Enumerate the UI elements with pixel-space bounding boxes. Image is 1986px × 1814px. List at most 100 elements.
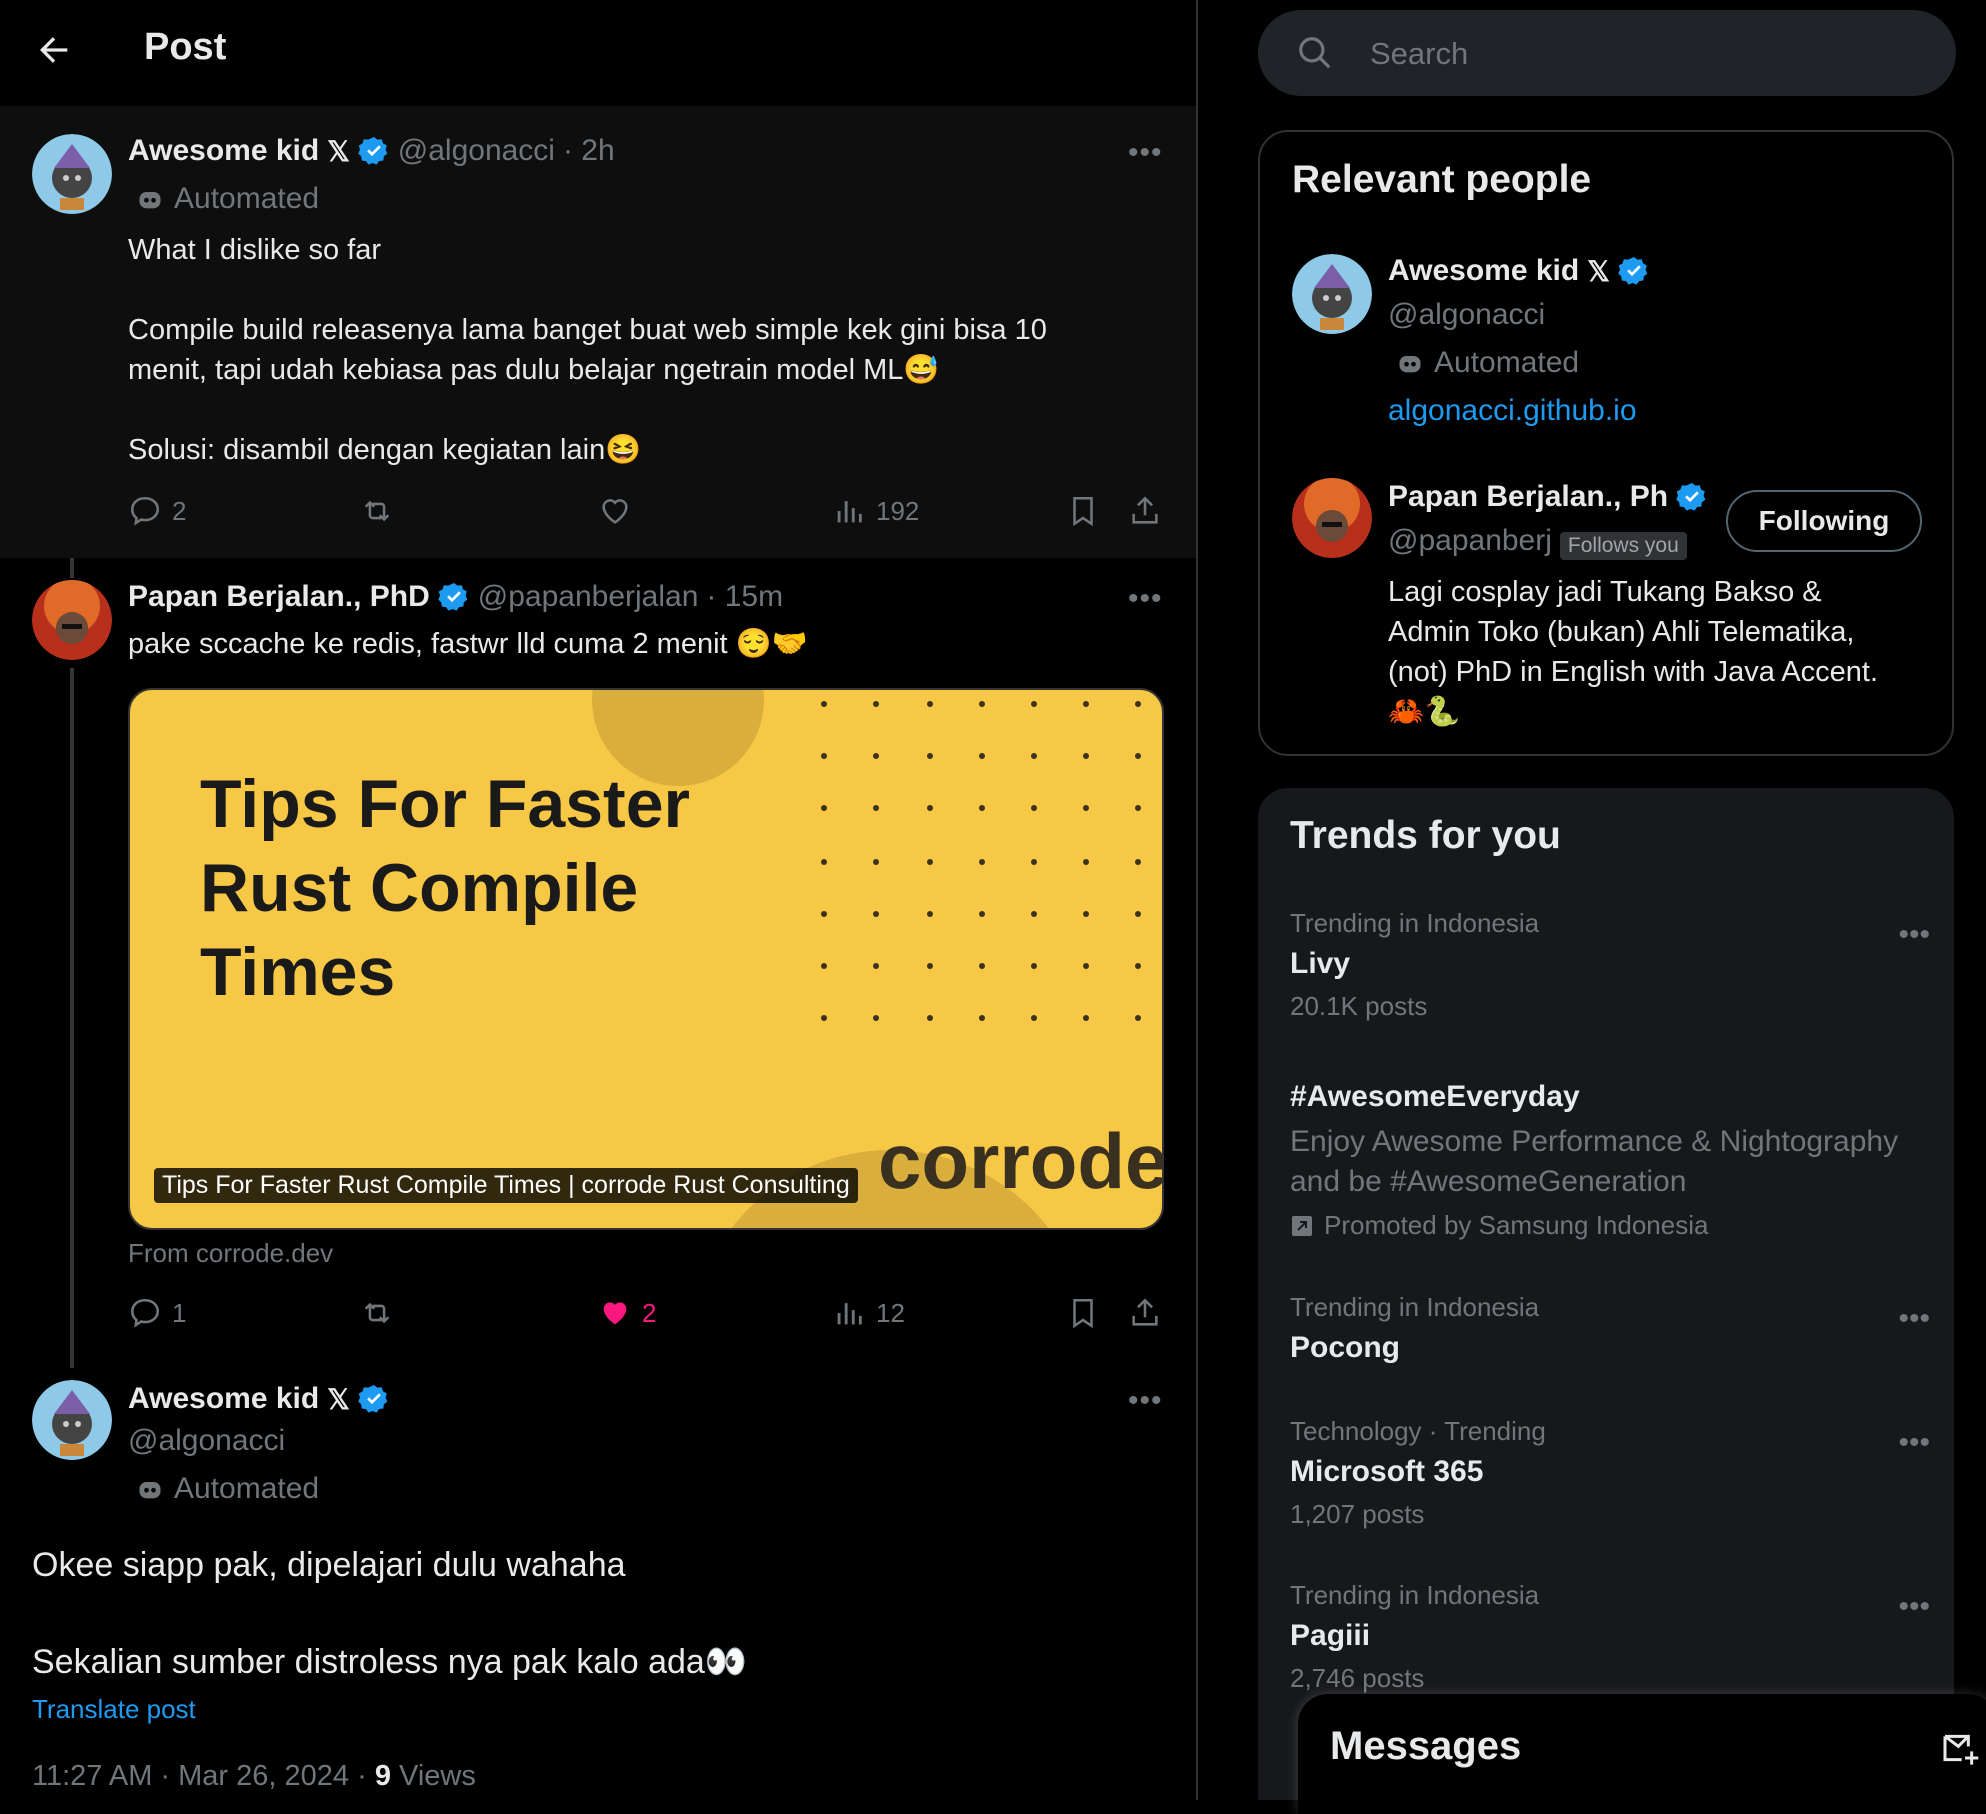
post-text-line2: Sekalian sumber distroless nya pak kalo …	[32, 1643, 748, 1681]
translate-post-link[interactable]: Translate post	[32, 1694, 196, 1725]
x-affiliate-icon: 𝕏	[1587, 255, 1610, 287]
bookmark-button[interactable]	[1066, 1296, 1100, 1330]
trends-panel: Trends for you Trending in Indonesia Liv…	[1258, 788, 1954, 1800]
post-text-line1: Okee siapp pak, dipelajari dulu wahaha	[32, 1546, 626, 1584]
author-handle[interactable]: @algonacci	[398, 134, 555, 168]
person-bio: Lagi cosplay jadi Tukang Bakso & Admin T…	[1388, 576, 1879, 728]
person-handle[interactable]: @papanberj	[1388, 524, 1552, 557]
trend-item[interactable]: Trending in Indonesia Pocong •••	[1290, 1292, 1930, 1365]
back-arrow-icon[interactable]	[34, 30, 74, 70]
person-handle[interactable]: @algonacci	[1388, 298, 1545, 332]
heart-icon	[602, 499, 628, 524]
bookmark-button[interactable]	[1066, 494, 1100, 528]
author-name[interactable]: Awesome kid	[128, 1382, 319, 1416]
more-icon[interactable]: •••	[1898, 1426, 1930, 1460]
tweet-text: What I dislike so far Compile build rele…	[128, 234, 1047, 466]
more-icon[interactable]: •••	[1128, 136, 1163, 170]
person-1-name-row[interactable]: Awesome kid 𝕏	[1388, 254, 1650, 288]
share-button[interactable]	[1128, 494, 1162, 528]
tweet-2-actions: 1 2 12	[128, 1296, 1164, 1340]
author-name[interactable]: Papan Berjalan., PhD	[128, 580, 430, 614]
tweet-3-author[interactable]: Awesome kid 𝕏	[128, 1382, 390, 1416]
page-header: Post	[0, 0, 1196, 106]
views-icon	[837, 501, 862, 523]
repost-icon	[364, 500, 390, 522]
right-sidebar: Relevant people Awesome kid 𝕏 @algonacci…	[1198, 0, 1986, 1800]
page-title: Post	[144, 26, 227, 68]
trend-item[interactable]: Trending in Indonesia Livy 20.1K posts •…	[1290, 908, 1930, 1022]
trend-item[interactable]: Technology · Trending Microsoft 365 1,20…	[1290, 1416, 1930, 1530]
relevant-people-panel: Relevant people Awesome kid 𝕏 @algonacci…	[1258, 130, 1954, 756]
messages-drawer[interactable]: Messages	[1298, 1694, 1986, 1814]
bot-icon	[1399, 356, 1421, 373]
x-affiliate-icon: 𝕏	[327, 1383, 350, 1415]
trend-item-promoted[interactable]: #AwesomeEveryday Enjoy Awesome Performan…	[1290, 1080, 1930, 1241]
repost-icon	[364, 1302, 390, 1324]
panel-title: Trends for you	[1290, 814, 1561, 857]
x-affiliate-icon: 𝕏	[327, 135, 350, 167]
repost-button[interactable]	[360, 1296, 404, 1330]
share-icon	[1132, 496, 1158, 524]
reply-icon	[130, 1298, 160, 1328]
avatar[interactable]	[32, 1380, 112, 1460]
views-button[interactable]: 192	[832, 494, 919, 528]
tweet-1-author[interactable]: Awesome kid 𝕏 @algonacci · 2h	[128, 134, 615, 168]
person-2-handle-row: @papanberj Follows you	[1388, 524, 1687, 560]
views-icon	[837, 1303, 862, 1325]
search-box[interactable]	[1258, 10, 1956, 96]
bookmark-icon	[1073, 496, 1093, 527]
like-button[interactable]	[598, 494, 642, 528]
promoted-icon	[1292, 1215, 1312, 1236]
messages-title: Messages	[1330, 1724, 1522, 1768]
tweet-2-author[interactable]: Papan Berjalan., PhD @papanberjalan · 15…	[128, 580, 783, 614]
avatar[interactable]	[32, 134, 112, 214]
share-icon	[1132, 1298, 1158, 1326]
post-meta: 11:27 AM · Mar 26, 2024 · 9 Views	[32, 1760, 476, 1793]
more-icon[interactable]: •••	[1128, 582, 1163, 616]
author-name[interactable]: Awesome kid	[128, 134, 319, 168]
author-handle[interactable]: @papanberjalan	[478, 580, 699, 614]
panel-title: Relevant people	[1292, 158, 1592, 201]
like-button[interactable]: 2	[598, 1296, 656, 1330]
bot-icon	[139, 1482, 161, 1499]
views-count: 9	[374, 1760, 391, 1792]
more-icon[interactable]: •••	[1128, 1384, 1163, 1418]
verified-icon	[438, 583, 468, 611]
verified-icon	[358, 1385, 388, 1413]
repost-button[interactable]	[360, 494, 404, 528]
reply-button[interactable]: 2	[128, 494, 186, 528]
tweet-time[interactable]: · 2h	[563, 134, 615, 168]
more-icon[interactable]: •••	[1898, 918, 1930, 952]
follows-you-badge: Follows you	[1559, 531, 1687, 560]
thread-line	[70, 668, 74, 1368]
following-button[interactable]: Following	[1726, 490, 1922, 552]
views-button[interactable]: 12	[832, 1296, 905, 1330]
reply-icon	[130, 496, 160, 526]
automated-label: Automated	[136, 182, 319, 216]
person-name[interactable]: Papan Berjalan., Ph	[1388, 480, 1668, 514]
card-caption: Tips For Faster Rust Compile Times | cor…	[154, 1168, 858, 1203]
share-button[interactable]	[1128, 1296, 1162, 1330]
trend-item[interactable]: Trending in Indonesia Pagiii 2,746 posts…	[1290, 1580, 1930, 1694]
post-timestamp[interactable]: 11:27 AM · Mar 26, 2024 ·	[32, 1760, 375, 1792]
more-icon[interactable]: •••	[1898, 1302, 1930, 1336]
more-icon[interactable]: •••	[1898, 1590, 1930, 1624]
search-icon	[1299, 37, 1331, 69]
person-name[interactable]: Awesome kid	[1388, 254, 1579, 288]
author-handle[interactable]: @algonacci	[128, 1424, 285, 1458]
profile-link[interactable]: algonacci.github.io	[1388, 394, 1637, 428]
card-title: Tips For Faster Rust Compile Times	[200, 766, 690, 1010]
avatar[interactable]	[32, 580, 112, 660]
card-source[interactable]: From corrode.dev	[128, 1238, 333, 1269]
avatar[interactable]	[1292, 478, 1372, 558]
views-label: Views	[390, 1760, 476, 1792]
search-input[interactable]	[1368, 28, 1932, 80]
reply-button[interactable]: 1	[128, 1296, 186, 1330]
new-message-icon[interactable]	[1940, 1728, 1980, 1768]
avatar[interactable]	[1292, 254, 1372, 334]
person-2-name-row[interactable]: Papan Berjalan., Ph	[1388, 480, 1718, 514]
tweet-time[interactable]: · 15m	[706, 580, 783, 614]
automated-label: Automated	[136, 1472, 319, 1506]
verified-icon	[358, 137, 388, 165]
link-card[interactable]: Tips For Faster Rust Compile Times corro…	[128, 688, 1164, 1230]
